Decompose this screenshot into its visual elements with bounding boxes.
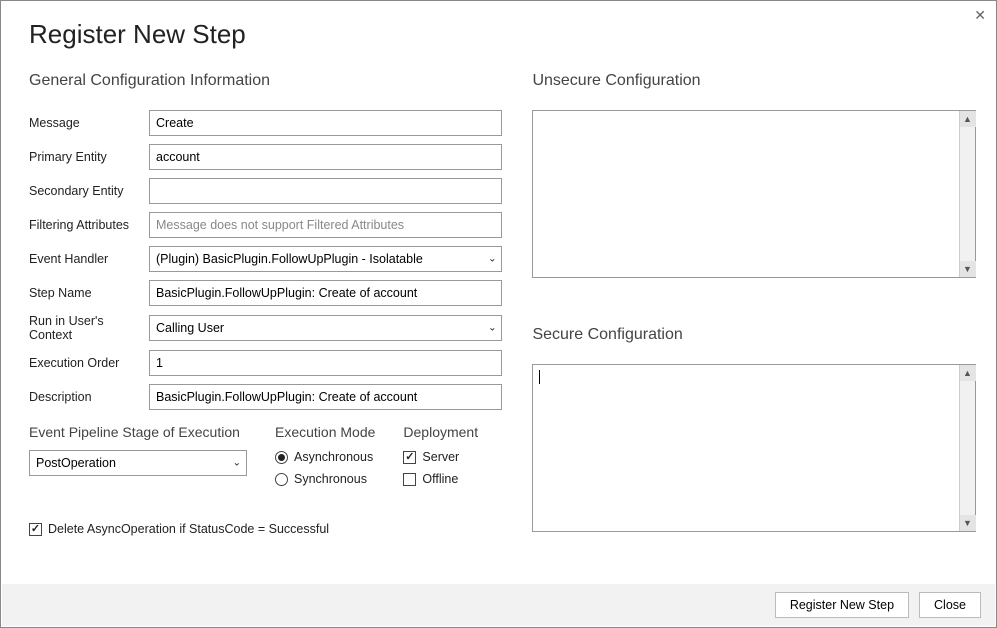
event-handler-select[interactable] (149, 246, 502, 272)
pipeline-title: Event Pipeline Stage of Execution (29, 424, 247, 440)
pipeline-stage-select[interactable] (29, 450, 247, 476)
step-name-input[interactable] (149, 280, 502, 306)
secure-title: Secure Configuration (532, 326, 976, 344)
description-input[interactable] (149, 384, 502, 410)
message-input[interactable] (149, 110, 502, 136)
close-button[interactable]: Close (919, 592, 981, 618)
unsecure-title: Unsecure Configuration (532, 72, 976, 90)
server-label: Server (422, 450, 459, 464)
sync-radio[interactable]: Synchronous (275, 472, 375, 486)
async-label: Asynchronous (294, 450, 373, 464)
offline-label: Offline (422, 472, 458, 486)
scrollbar[interactable]: ▲ ▼ (959, 111, 975, 277)
offline-checkbox[interactable]: Offline (403, 472, 478, 486)
checkbox-icon (29, 523, 42, 536)
event-handler-label: Event Handler (29, 252, 149, 266)
filtering-attributes-label: Filtering Attributes (29, 218, 149, 232)
description-label: Description (29, 390, 149, 404)
scroll-down-icon[interactable]: ▼ (960, 515, 976, 531)
scrollbar[interactable]: ▲ ▼ (959, 365, 975, 531)
radio-icon (275, 473, 288, 486)
primary-entity-label: Primary Entity (29, 150, 149, 164)
filtering-attributes-input[interactable] (149, 212, 502, 238)
scroll-up-icon[interactable]: ▲ (960, 111, 976, 127)
secondary-entity-input[interactable] (149, 178, 502, 204)
run-context-label: Run in User's Context (29, 314, 149, 342)
text-cursor (539, 370, 540, 384)
checkbox-icon (403, 451, 416, 464)
delete-asyncop-checkbox[interactable]: Delete AsyncOperation if StatusCode = Su… (29, 522, 502, 536)
radio-icon (275, 451, 288, 464)
deployment-title: Deployment (403, 424, 478, 440)
run-context-select[interactable] (149, 315, 502, 341)
general-section-title: General Configuration Information (29, 72, 502, 90)
scroll-up-icon[interactable]: ▲ (960, 365, 976, 381)
register-new-step-button[interactable]: Register New Step (775, 592, 909, 618)
checkbox-icon (403, 473, 416, 486)
step-name-label: Step Name (29, 286, 149, 300)
scroll-down-icon[interactable]: ▼ (960, 261, 976, 277)
sync-label: Synchronous (294, 472, 367, 486)
execution-order-label: Execution Order (29, 356, 149, 370)
dialog-footer: Register New Step Close (2, 584, 995, 626)
server-checkbox[interactable]: Server (403, 450, 478, 464)
execution-order-input[interactable] (149, 350, 502, 376)
secondary-entity-label: Secondary Entity (29, 184, 149, 198)
delete-asyncop-label: Delete AsyncOperation if StatusCode = Su… (48, 522, 329, 536)
message-label: Message (29, 116, 149, 130)
secure-config-textarea[interactable] (532, 364, 976, 532)
close-icon[interactable]: ✕ (974, 7, 986, 24)
execution-mode-title: Execution Mode (275, 424, 375, 440)
dialog-title: Register New Step (29, 19, 996, 50)
async-radio[interactable]: Asynchronous (275, 450, 375, 464)
primary-entity-input[interactable] (149, 144, 502, 170)
unsecure-config-textarea[interactable] (532, 110, 976, 278)
